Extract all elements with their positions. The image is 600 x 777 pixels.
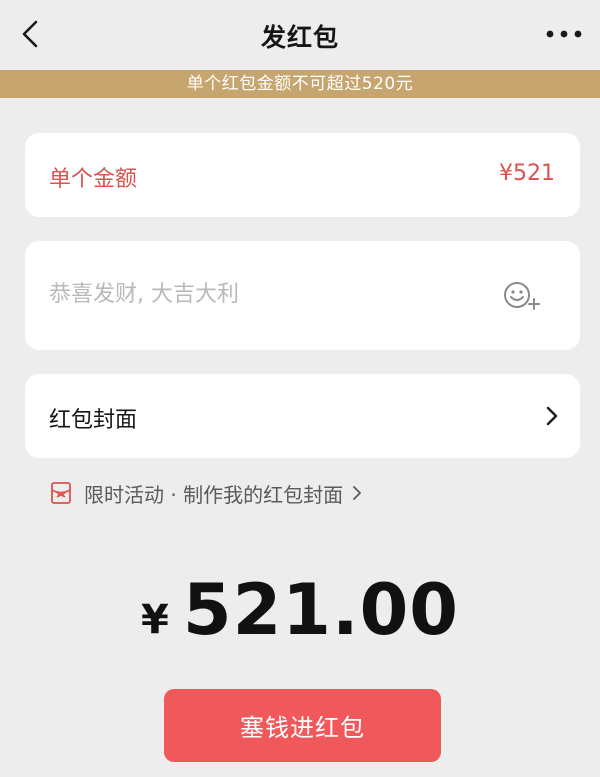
red-packet-cover-row[interactable]: 红包封面: [25, 374, 580, 458]
red-envelope-cover-icon: [51, 482, 71, 504]
message-field: [25, 241, 580, 350]
page-title: 发红包: [260, 23, 339, 52]
total-value: 521.00: [182, 569, 459, 651]
navbar: 发红包: [0, 0, 600, 70]
cover-label: 红包封面: [49, 408, 138, 433]
amount-limit-warning: 单个红包金额不可超过520元: [0, 70, 600, 98]
promo-cover-link[interactable]: 限时活动 · 制作我的红包封面: [50, 478, 363, 508]
chevron-right-icon: [353, 486, 361, 500]
send-red-packet-page: 发红包 单个红包金额不可超过520元 单个金额 ¥521 恭喜发财, 大吉大利 …: [0, 0, 600, 777]
currency-symbol: ¥: [141, 597, 169, 643]
put-money-button[interactable]: 塞钱进红包: [164, 689, 441, 762]
amount-field[interactable]: 单个金额 ¥521: [25, 133, 580, 217]
amount-label: 单个金额: [49, 167, 138, 192]
blessing-message-input[interactable]: [49, 277, 489, 311]
emoji-button[interactable]: [502, 279, 542, 313]
amount-value[interactable]: ¥521: [499, 161, 555, 186]
total-amount: ¥ 521.00: [0, 570, 600, 650]
chevron-right-icon: [546, 406, 558, 426]
emoji-add-icon: [504, 282, 540, 310]
promo-text: 限时活动 · 制作我的红包封面: [84, 482, 344, 507]
more-dots-icon: [546, 30, 582, 38]
more-button[interactable]: [544, 22, 584, 46]
